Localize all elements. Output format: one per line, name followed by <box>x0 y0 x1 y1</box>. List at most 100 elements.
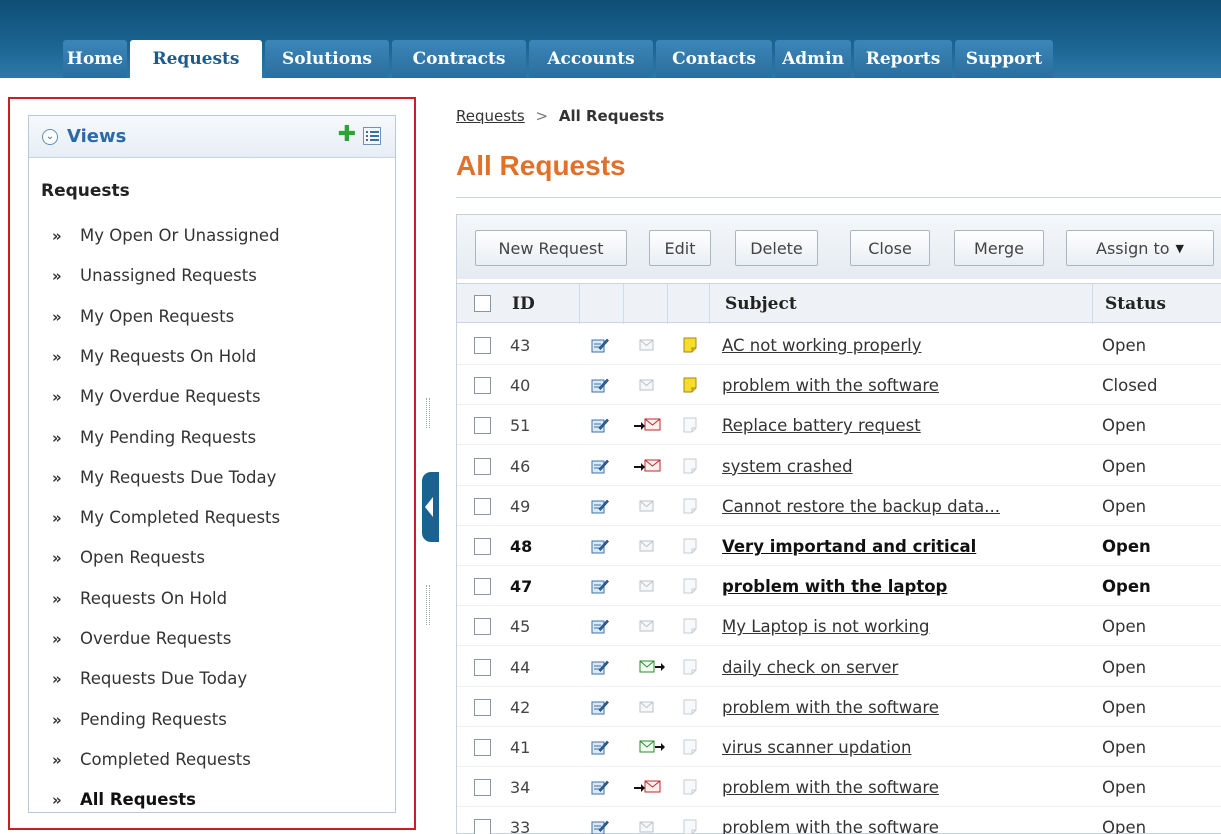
view-item[interactable]: » My Open Or Unassigned <box>52 226 280 250</box>
view-item[interactable]: » My Completed Requests <box>52 508 280 532</box>
row-checkbox[interactable] <box>474 658 491 676</box>
row-checkbox[interactable] <box>474 698 491 716</box>
close-button[interactable]: Close <box>850 230 930 266</box>
column-header-status[interactable]: Status <box>1105 284 1166 324</box>
row-checkbox[interactable] <box>474 819 491 834</box>
view-item[interactable]: » Requests Due Today <box>52 669 247 693</box>
empty-note-icon[interactable] <box>683 659 697 675</box>
tab-solutions[interactable]: Solutions <box>265 40 389 78</box>
view-item[interactable]: » Pending Requests <box>52 710 227 734</box>
request-subject-link[interactable]: My Laptop is not working <box>722 617 929 636</box>
manage-views-icon[interactable] <box>363 127 381 145</box>
empty-note-icon[interactable] <box>683 699 697 715</box>
table-row[interactable]: 49 Cannot restore the backup data... Open <box>457 486 1221 526</box>
row-checkbox[interactable] <box>474 377 491 395</box>
view-item[interactable]: » My Open Requests <box>52 307 234 331</box>
request-subject-link[interactable]: Cannot restore the backup data... <box>722 497 1000 516</box>
request-subject-link[interactable]: system crashed <box>722 457 853 476</box>
view-item[interactable]: » Overdue Requests <box>52 629 231 653</box>
table-row[interactable]: 45 My Laptop is not working Open <box>457 606 1221 647</box>
table-row[interactable]: 46 system crashed Open <box>457 446 1221 486</box>
request-subject-link[interactable]: Replace battery request <box>722 416 921 435</box>
edit-icon[interactable] <box>591 739 609 755</box>
tab-accounts[interactable]: Accounts <box>529 40 653 78</box>
add-view-icon[interactable]: ✚ <box>337 124 357 146</box>
table-row[interactable]: 47 problem with the laptop Open <box>457 566 1221 607</box>
collapse-left-arrow-icon[interactable] <box>425 497 433 517</box>
row-checkbox[interactable] <box>474 779 491 797</box>
tab-home[interactable]: Home <box>63 40 127 78</box>
view-item[interactable]: » Open Requests <box>52 548 205 572</box>
empty-note-icon[interactable] <box>683 819 697 834</box>
request-subject-link[interactable]: virus scanner updation <box>722 738 911 757</box>
splitter-grip[interactable] <box>426 398 430 428</box>
request-subject-link[interactable]: problem with the software <box>722 778 939 797</box>
edit-icon[interactable] <box>591 498 609 514</box>
request-subject-link[interactable]: Very importand and critical <box>722 537 976 556</box>
empty-note-icon[interactable] <box>683 458 697 474</box>
table-row[interactable]: 40 problem with the software Closed <box>457 365 1221 406</box>
view-item[interactable]: » My Requests Due Today <box>52 468 276 492</box>
column-header-subject[interactable]: Subject <box>725 284 797 324</box>
request-subject-link[interactable]: problem with the software <box>722 698 939 717</box>
collapse-chevron-icon[interactable]: ⌄ <box>42 129 58 145</box>
table-row[interactable]: 33 problem with the software Open <box>457 807 1221 834</box>
table-row[interactable]: 51 Replace battery request Open <box>457 405 1221 446</box>
edit-icon[interactable] <box>591 618 609 634</box>
row-checkbox[interactable] <box>474 739 491 756</box>
breadcrumb-link-requests[interactable]: Requests <box>456 107 525 125</box>
request-subject-link[interactable]: problem with the software <box>722 376 939 395</box>
edit-icon[interactable] <box>591 659 609 675</box>
tab-support[interactable]: Support <box>955 40 1053 78</box>
edit-icon[interactable] <box>591 337 609 353</box>
row-checkbox[interactable] <box>474 417 491 435</box>
view-item[interactable]: » My Requests On Hold <box>52 347 256 371</box>
column-header-id[interactable]: ID <box>512 284 535 324</box>
table-row[interactable]: 42 problem with the software Open <box>457 687 1221 727</box>
edit-icon[interactable] <box>591 699 609 715</box>
row-checkbox[interactable] <box>474 578 491 596</box>
note-icon[interactable] <box>683 377 697 393</box>
edit-icon[interactable] <box>591 779 609 795</box>
table-row[interactable]: 48 Very importand and critical Open <box>457 526 1221 566</box>
assign-to-dropdown[interactable]: Assign to ▼ <box>1066 230 1214 266</box>
empty-note-icon[interactable] <box>683 498 697 514</box>
empty-note-icon[interactable] <box>683 779 697 795</box>
request-subject-link[interactable]: daily check on server <box>722 658 898 677</box>
edit-icon[interactable] <box>591 458 609 474</box>
table-row[interactable]: 41 virus scanner updation Open <box>457 727 1221 767</box>
tab-contracts[interactable]: Contracts <box>392 40 526 78</box>
edit-icon[interactable] <box>591 377 609 393</box>
empty-note-icon[interactable] <box>683 417 697 433</box>
request-subject-link[interactable]: problem with the laptop <box>722 577 947 596</box>
view-item[interactable]: » My Overdue Requests <box>52 387 261 411</box>
note-icon[interactable] <box>683 337 697 353</box>
view-item[interactable]: » Unassigned Requests <box>52 266 257 290</box>
view-item[interactable]: » All Requests <box>52 790 196 814</box>
row-checkbox[interactable] <box>474 337 491 354</box>
edit-icon[interactable] <box>591 819 609 834</box>
row-checkbox[interactable] <box>474 538 491 555</box>
row-checkbox[interactable] <box>474 497 491 515</box>
tab-requests[interactable]: Requests <box>130 40 262 78</box>
splitter-grip[interactable] <box>426 585 430 625</box>
table-row[interactable]: 44 daily check on server Open <box>457 647 1221 687</box>
merge-button[interactable]: Merge <box>954 230 1044 266</box>
tab-admin[interactable]: Admin <box>775 40 851 78</box>
edit-button[interactable]: Edit <box>649 230 711 266</box>
view-item[interactable]: » Requests On Hold <box>52 589 227 613</box>
empty-note-icon[interactable] <box>683 739 697 755</box>
empty-note-icon[interactable] <box>683 538 697 554</box>
table-row[interactable]: 43 AC not working properly Open <box>457 325 1221 365</box>
delete-button[interactable]: Delete <box>735 230 818 266</box>
new-request-button[interactable]: New Request <box>475 230 627 266</box>
select-all-checkbox[interactable] <box>474 295 491 312</box>
request-subject-link[interactable]: AC not working properly <box>722 336 921 355</box>
tab-contacts[interactable]: Contacts <box>656 40 772 78</box>
tab-reports[interactable]: Reports <box>854 40 952 78</box>
edit-icon[interactable] <box>591 538 609 554</box>
request-subject-link[interactable]: problem with the software <box>722 818 939 834</box>
view-item[interactable]: » Completed Requests <box>52 750 251 774</box>
row-checkbox[interactable] <box>474 457 491 475</box>
empty-note-icon[interactable] <box>683 618 697 634</box>
